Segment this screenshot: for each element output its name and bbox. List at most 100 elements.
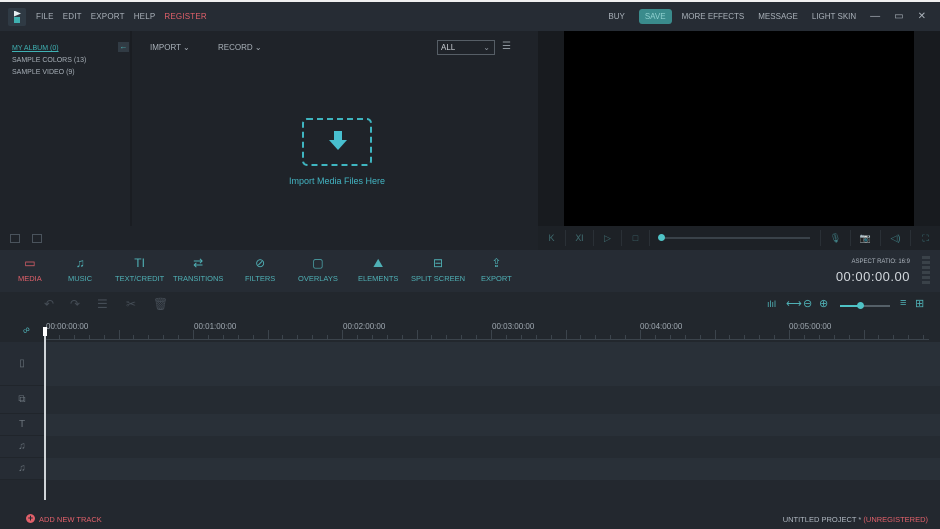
list-view-icon[interactable]: ☰ xyxy=(502,41,511,52)
track-lane[interactable] xyxy=(44,414,940,436)
light-skin-button[interactable]: LIGHT SKIN xyxy=(812,12,856,21)
audio-mixer-icon[interactable]: ılıl xyxy=(767,299,776,309)
delete-icon[interactable]: 🗑 xyxy=(153,297,168,311)
ruler-label: 00:02:00:00 xyxy=(343,322,386,331)
album-sample-colors[interactable]: SAMPLE COLORS (13) xyxy=(12,55,130,67)
zoom-fit-icon[interactable]: ⟷ xyxy=(786,297,802,310)
ruler-tick xyxy=(610,335,612,339)
timeline-tracks: ▯ ⧉ T ♫ ♫ xyxy=(0,342,940,505)
track-lane[interactable] xyxy=(44,386,940,414)
album-sample-video[interactable]: SAMPLE VIDEO (9) xyxy=(12,67,130,79)
buy-button[interactable]: BUY xyxy=(608,12,624,21)
fullscreen-icon[interactable]: ⛶ xyxy=(910,230,940,246)
album-my-album[interactable]: MY ALBUM (0) xyxy=(12,43,130,55)
playback-slider[interactable] xyxy=(658,234,810,241)
zoom-in-icon[interactable]: ⊕ xyxy=(819,297,828,310)
ruler-tick xyxy=(461,335,463,339)
ruler-tick xyxy=(476,335,478,339)
add-track-icon[interactable]: + xyxy=(26,514,35,523)
tab-label: FILTERS xyxy=(245,274,276,283)
ruler-tick xyxy=(282,335,284,339)
minimize-icon[interactable]: — xyxy=(870,11,880,22)
link-icon[interactable]: ∞ xyxy=(20,324,32,337)
tab-elements[interactable]: ⛰ ELEMENTS xyxy=(358,256,398,283)
tab-filters[interactable]: ⊘ FILTERS xyxy=(245,256,275,283)
menu-help[interactable]: HELP xyxy=(134,12,156,21)
timeline-ruler[interactable]: ∞ 00:00:00:00 00:01:00:00 00:02:00:00 00… xyxy=(0,318,940,342)
undo-icon[interactable]: ↶ xyxy=(44,297,54,311)
menu-export[interactable]: EXPORT xyxy=(91,12,125,21)
playhead[interactable] xyxy=(44,328,46,500)
more-effects-button[interactable]: MORE EFFECTS xyxy=(682,12,745,21)
volume-icon[interactable]: ◁) xyxy=(880,230,910,246)
music-track[interactable]: ♫ xyxy=(0,436,940,458)
playback-knob[interactable] xyxy=(658,234,665,241)
ruler-tick xyxy=(327,335,329,339)
message-button[interactable]: MESSAGE xyxy=(758,12,798,21)
tab-transitions[interactable]: ⇄ TRANSITIONS xyxy=(173,256,223,283)
add-folder-icon[interactable] xyxy=(10,234,20,243)
ruler-tick xyxy=(193,330,194,339)
import-drop-zone[interactable] xyxy=(302,118,372,166)
save-button[interactable]: SAVE xyxy=(638,9,672,24)
frame-step-icon[interactable]: Ⅺ xyxy=(566,230,594,246)
project-name: UNTITLED PROJECT * xyxy=(782,515,862,524)
adjust-icon[interactable]: ☰ xyxy=(97,297,108,311)
tab-text-credit[interactable]: TI TEXT/CREDIT xyxy=(115,256,164,283)
filter-select[interactable]: ALL ⌄ xyxy=(437,40,495,55)
unregistered-badge[interactable]: (UNREGISTERED) xyxy=(863,515,928,524)
grid-view-icon[interactable]: ⊞ xyxy=(915,297,924,310)
text-track[interactable]: T xyxy=(0,414,940,436)
ruler-tick xyxy=(744,335,746,339)
playback-controls: K Ⅺ ▷ □ 🎙 📷 ◁) ⛶ xyxy=(538,226,940,250)
timeline-zoom-slider[interactable] xyxy=(840,302,890,309)
stop-icon[interactable]: □ xyxy=(622,230,650,246)
ruler-tick xyxy=(103,335,105,339)
tab-overlays[interactable]: ▢ OVERLAYS xyxy=(298,256,338,283)
skip-back-icon[interactable]: K xyxy=(538,230,566,246)
add-new-track-button[interactable]: ADD NEW TRACK xyxy=(39,515,102,524)
overlay-track-icon: ⧉ xyxy=(0,386,44,414)
chevron-down-icon: ⌄ xyxy=(483,43,490,52)
collapse-panel-icon[interactable]: ← xyxy=(118,42,129,52)
ruler-tick xyxy=(803,335,805,339)
redo-icon[interactable]: ↷ xyxy=(70,297,80,311)
title-bar: FILE EDIT EXPORT HELP REGISTER BUY SAVE … xyxy=(0,0,940,31)
cut-icon[interactable]: ✂ xyxy=(126,297,136,311)
ruler-tick xyxy=(640,330,641,339)
ruler-tick xyxy=(848,335,850,339)
resize-grip[interactable] xyxy=(922,256,930,286)
import-media-text[interactable]: Import Media Files Here xyxy=(282,176,392,186)
music-track[interactable]: ♫ xyxy=(0,458,940,480)
track-lane[interactable] xyxy=(44,436,940,458)
menu-edit[interactable]: EDIT xyxy=(63,12,82,21)
list-view-icon[interactable]: ≡ xyxy=(900,297,906,309)
tab-export[interactable]: ⇪ EXPORT xyxy=(481,256,512,283)
tab-split-screen[interactable]: ⊟ SPLIT SCREEN xyxy=(411,256,465,283)
record-dropdown[interactable]: RECORD ⌄ xyxy=(218,43,262,52)
ruler-tick xyxy=(535,335,537,339)
tab-label: OVERLAYS xyxy=(298,274,338,283)
playhead-handle[interactable] xyxy=(43,327,47,336)
tab-music[interactable]: ♫ MUSIC xyxy=(68,256,92,283)
track-lane[interactable] xyxy=(44,458,940,480)
menu-file[interactable]: FILE xyxy=(36,12,54,21)
ruler-tick xyxy=(863,330,865,339)
text-track-icon: T xyxy=(0,414,44,436)
overlay-track[interactable]: ⧉ xyxy=(0,386,940,414)
snapshot-icon[interactable]: 📷 xyxy=(850,230,880,246)
track-lane[interactable] xyxy=(44,342,940,386)
play-icon[interactable]: ▷ xyxy=(594,230,622,246)
tab-media[interactable]: ▭ MEDIA xyxy=(18,256,42,283)
zoom-knob[interactable] xyxy=(857,302,864,309)
close-icon[interactable]: ✕ xyxy=(918,11,926,22)
remove-folder-icon[interactable] xyxy=(32,234,42,243)
text-icon: TI xyxy=(134,256,145,270)
ruler-tick xyxy=(133,335,135,339)
zoom-out-icon[interactable]: ⊖ xyxy=(803,297,812,310)
import-dropdown[interactable]: IMPORT ⌄ xyxy=(150,43,190,52)
maximize-icon[interactable]: ▭ xyxy=(894,11,903,22)
video-track[interactable]: ▯ xyxy=(0,342,940,386)
menu-register[interactable]: REGISTER xyxy=(164,12,207,21)
microphone-icon[interactable]: 🎙 xyxy=(820,230,850,246)
